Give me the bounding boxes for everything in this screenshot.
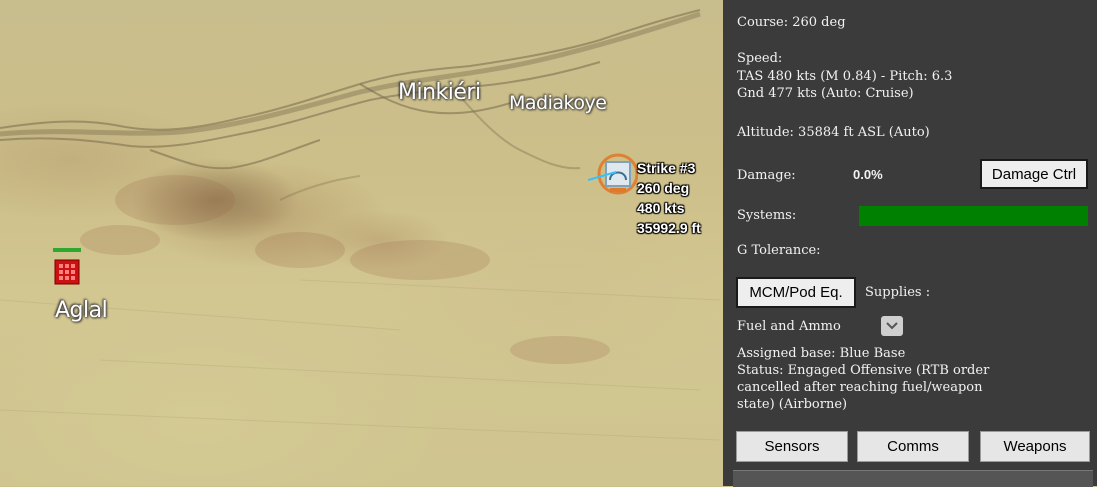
airbase-icon[interactable] [53,248,83,288]
systems-label: Systems: [737,208,797,223]
damage-value: 0.0% [853,167,883,182]
unit-speed: 480 kts [637,200,685,216]
speed-title: Speed: [737,51,783,66]
systems-health-fill [859,206,1088,226]
status-line-2: cancelled after reaching fuel/weapon [737,380,983,395]
map-view[interactable]: Minkiéri Madiakoye Aglal Strike #3 260 d… [0,0,723,486]
unit-name: Strike #3 [637,160,696,176]
place-label-minkieri: Minkiéri [398,80,481,105]
speed-ground-readout: Gnd 477 kts (Auto: Cruise) [737,86,914,101]
unit-heading: 260 deg [637,180,690,196]
assigned-base-readout: Assigned base: Blue Base [737,346,906,361]
place-label-aglal: Aglal [55,298,108,323]
chevron-down-icon[interactable] [881,316,903,336]
collapsed-section-header[interactable] [733,470,1093,487]
damage-ctrl-button[interactable]: Damage Ctrl [980,159,1088,189]
weapons-button[interactable]: Weapons [980,431,1090,462]
course-readout: Course: 260 deg [737,15,846,30]
supplies-select-value: Fuel and Ammo [737,319,841,334]
g-tolerance-label: G Tolerance: [737,243,821,258]
unit-altitude: 35992.9 ft [637,220,701,236]
speed-tas-readout: TAS 480 kts (M 0.84) - Pitch: 6.3 [737,69,953,84]
unit-status-panel: Course: 260 deg Speed: TAS 480 kts (M 0.… [723,0,1097,487]
unit-label: Strike #3 260 deg 480 kts 35992.9 ft [637,158,701,238]
comms-button[interactable]: Comms [857,431,969,462]
supplies-select[interactable]: Fuel and Ammo [737,316,907,338]
status-line-1: Status: Engaged Offensive (RTB order [737,363,990,378]
aircraft-icon[interactable] [588,152,638,198]
terrain-overlay [0,9,721,441]
damage-label: Damage: [737,168,796,183]
sensors-button[interactable]: Sensors [736,431,848,462]
status-line-3: state) (Airborne) [737,397,848,412]
altitude-readout: Altitude: 35884 ft ASL (Auto) [737,125,930,140]
place-label-madiakoye: Madiakoye [509,92,607,114]
mcm-pod-button[interactable]: MCM/Pod Eq. [736,277,856,308]
supplies-label: Supplies : [865,285,931,300]
systems-health-bar [859,206,1088,226]
